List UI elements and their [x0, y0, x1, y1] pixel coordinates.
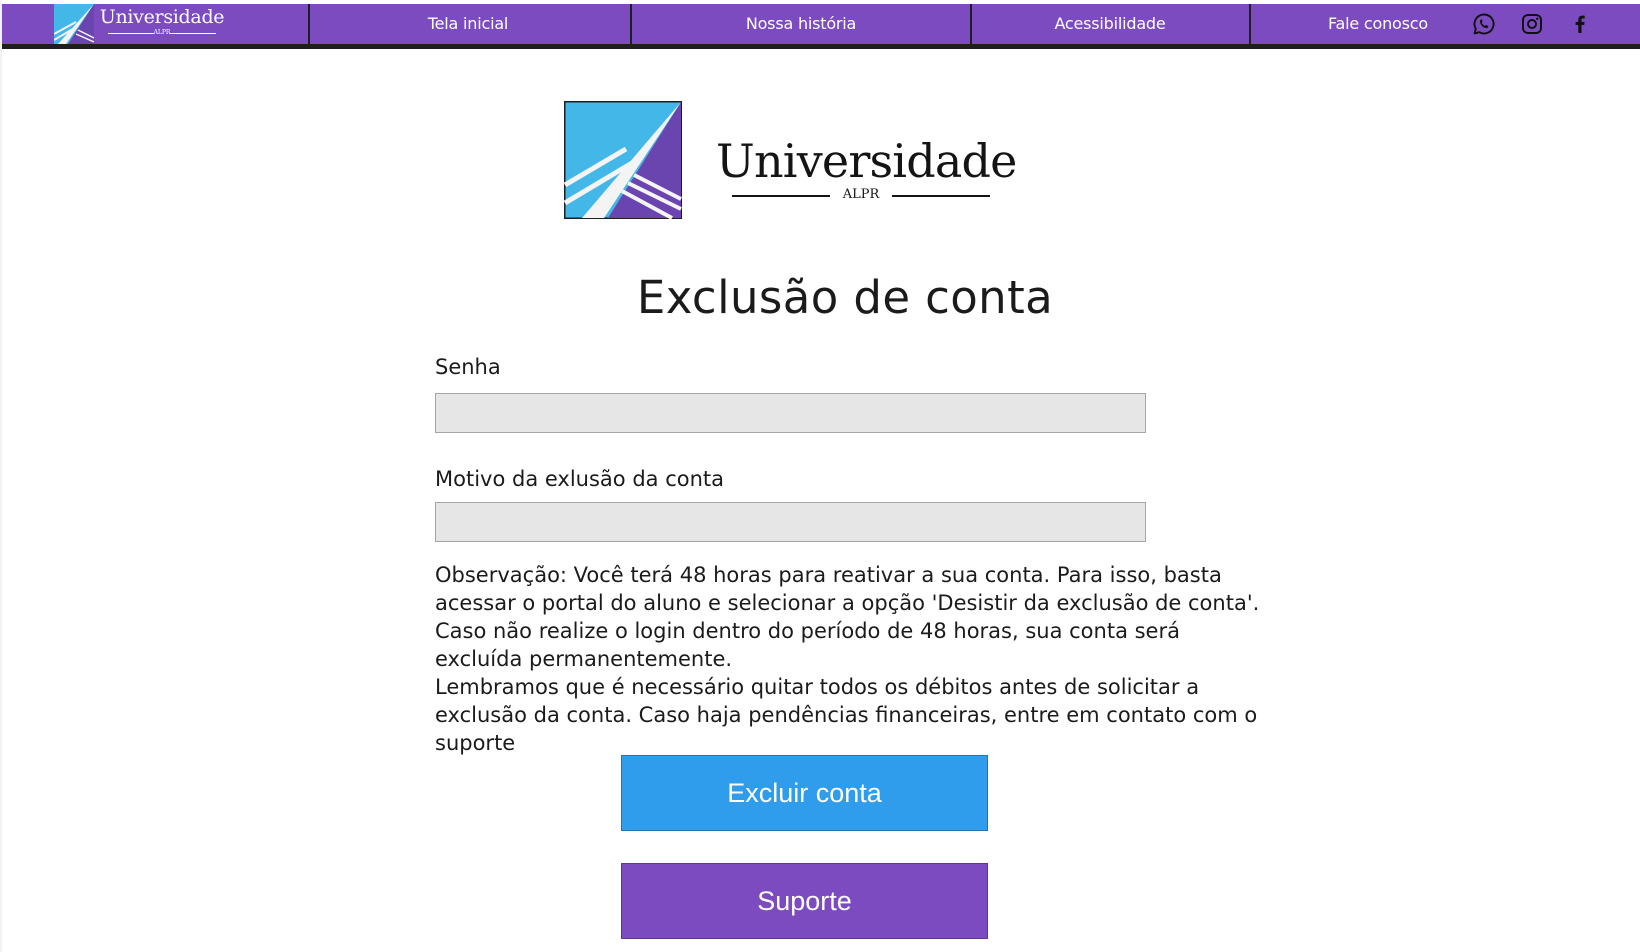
- note-debts: Lembramos que é necessário quitar todos …: [435, 675, 1258, 755]
- nav-item-nossa-historia[interactable]: Nossa história: [632, 4, 970, 44]
- deletion-note: Observação: Você terá 48 horas para reat…: [435, 561, 1265, 757]
- reason-input[interactable]: [435, 502, 1146, 542]
- header-wordmark: Universidade ALPR: [98, 5, 226, 37]
- note-reactivation: Observação: Você terá 48 horas para reat…: [435, 563, 1260, 671]
- university-logo-icon: [564, 101, 682, 219]
- header-logo-name: Universidade: [99, 6, 225, 28]
- top-navbar: Universidade ALPR Tela inicial Nossa his…: [2, 4, 1640, 49]
- brand-name: Universidade: [716, 134, 1017, 188]
- nav-item-tela-inicial[interactable]: Tela inicial: [310, 4, 626, 44]
- nav-divider: [1249, 4, 1251, 44]
- brand-sub: ALPR: [716, 188, 1006, 202]
- header-logo[interactable]: Universidade ALPR: [54, 4, 225, 44]
- password-label: Senha: [435, 355, 501, 379]
- facebook-icon[interactable]: [1568, 12, 1592, 36]
- support-button[interactable]: Suporte: [621, 863, 988, 939]
- page-left-edge: [0, 0, 2, 952]
- password-input[interactable]: [435, 393, 1146, 433]
- whatsapp-icon[interactable]: [1472, 12, 1496, 36]
- nav-item-acessibilidade[interactable]: Acessibilidade: [972, 4, 1248, 44]
- reason-label: Motivo da exlusão da conta: [435, 467, 724, 491]
- nav-item-fale-conosco[interactable]: Fale conosco: [1292, 4, 1464, 44]
- university-logo-icon: [54, 4, 94, 44]
- header-logo-sub: ALPR: [98, 29, 226, 37]
- page-title: Exclusão de conta: [636, 271, 1054, 324]
- brand-wordmark: Universidade ALPR: [716, 134, 1017, 202]
- brand-logo: [564, 101, 682, 219]
- delete-account-button[interactable]: Excluir conta: [621, 755, 988, 831]
- instagram-icon[interactable]: [1520, 12, 1544, 36]
